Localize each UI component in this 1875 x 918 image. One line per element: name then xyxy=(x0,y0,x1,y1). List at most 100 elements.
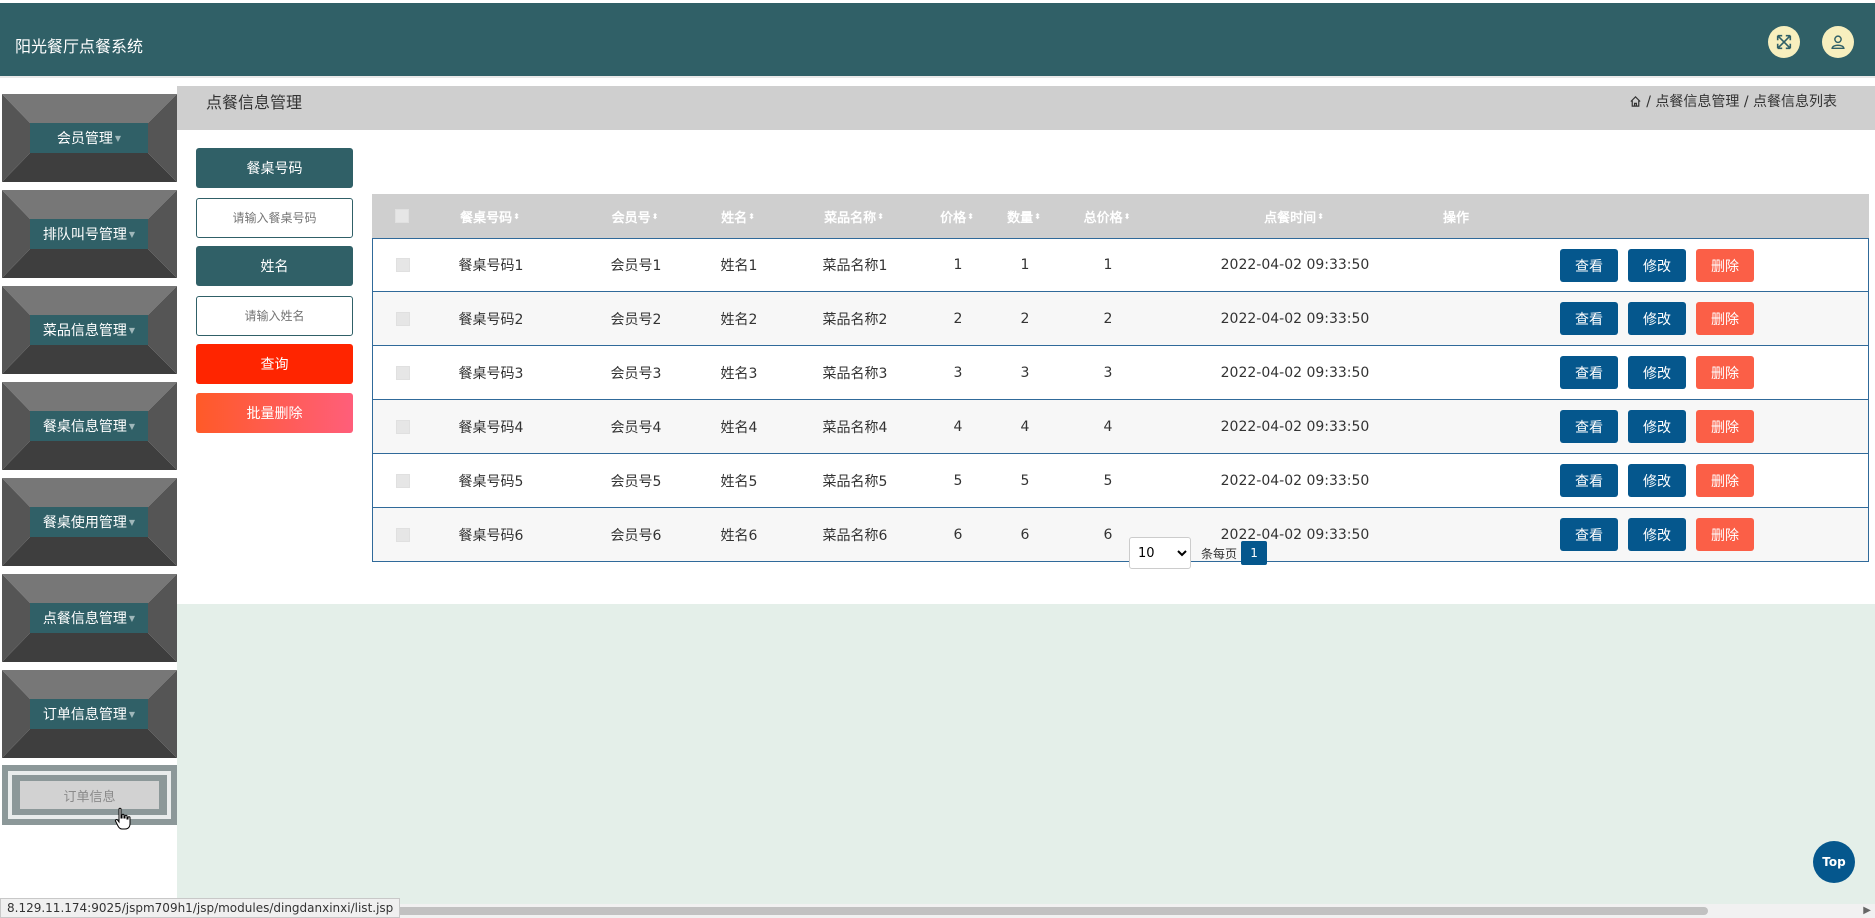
column-header-order-time[interactable]: 点餐时间 ⬍ xyxy=(1194,194,1394,238)
sort-icon: ⬍ xyxy=(513,211,520,221)
cell-total-price: 3 xyxy=(1103,364,1113,381)
edit-button[interactable]: 修改 xyxy=(1628,410,1686,443)
cell-quantity: 5 xyxy=(1020,472,1030,489)
row-checkbox[interactable] xyxy=(396,419,410,434)
cell-quantity: 3 xyxy=(1020,364,1030,381)
fullscreen-button[interactable] xyxy=(1768,26,1800,58)
column-header-quantity[interactable]: 数量 ⬍ xyxy=(999,194,1049,238)
view-button[interactable]: 查看 xyxy=(1560,464,1618,497)
cell-dish-name: 菜品名称5 xyxy=(822,473,888,490)
breadcrumb-path[interactable]: / 点餐信息管理 / 点餐信息列表 xyxy=(1646,91,1837,111)
batch-delete-button[interactable]: 批量删除 xyxy=(196,393,353,433)
cell-table-number: 餐桌号码4 xyxy=(458,419,524,436)
cell-member-no: 会员号2 xyxy=(610,311,662,328)
sidebar-item-label: 会员管理 xyxy=(56,131,113,147)
cell-name: 姓名1 xyxy=(720,258,758,274)
sidebar-item-order-dish[interactable]: 点餐信息管理 ▼ xyxy=(2,574,177,662)
caret-down-icon: ▼ xyxy=(128,421,136,431)
cell-quantity: 1 xyxy=(1020,257,1030,273)
caret-down-icon: ▼ xyxy=(128,613,136,623)
cell-order-time: 2022-04-02 09:33:50 xyxy=(1220,310,1370,327)
cell-order-time: 2022-04-02 09:33:50 xyxy=(1220,257,1370,273)
sidebar-item-order-info[interactable]: 订单信息管理 ▼ xyxy=(2,670,177,758)
select-all-checkbox[interactable] xyxy=(395,209,409,223)
delete-button[interactable]: 删除 xyxy=(1696,356,1754,389)
edit-button[interactable]: 修改 xyxy=(1628,356,1686,389)
cell-price: 2 xyxy=(953,310,963,327)
user-icon xyxy=(1831,35,1845,50)
column-header-member-no[interactable]: 会员号 ⬍ xyxy=(600,194,670,238)
caret-down-icon: ▼ xyxy=(114,133,122,143)
sidebar-item-table-info[interactable]: 餐桌信息管理 ▼ xyxy=(2,382,177,470)
cell-member-no: 会员号5 xyxy=(610,473,662,490)
sidebar-submenu: 订单信息 xyxy=(2,765,177,825)
cell-price: 5 xyxy=(953,472,963,489)
name-input[interactable] xyxy=(196,296,353,336)
row-checkbox[interactable] xyxy=(396,365,410,380)
caret-down-icon: ▼ xyxy=(128,325,136,335)
sidebar-item-table-usage[interactable]: 餐桌使用管理 ▼ xyxy=(2,478,177,566)
cell-quantity: 4 xyxy=(1020,418,1030,435)
cell-name: 姓名3 xyxy=(720,365,758,382)
table-row: 餐桌号码1 会员号1 姓名1 菜品名称1 1 1 1 2022-04-02 09… xyxy=(372,238,1869,292)
table-row: 餐桌号码6 会员号6 姓名6 菜品名称6 6 6 6 2022-04-02 09… xyxy=(372,508,1869,562)
cell-dish-name: 菜品名称4 xyxy=(822,419,888,436)
cell-table-number: 餐桌号码5 xyxy=(458,473,524,490)
sidebar-item-label: 菜品信息管理 xyxy=(42,323,127,339)
row-checkbox[interactable] xyxy=(396,311,410,326)
cell-name: 姓名5 xyxy=(720,473,758,490)
column-header-actions: 操作 xyxy=(1442,210,1469,226)
top-header: 阳光餐厅点餐系统 xyxy=(0,3,1875,78)
cell-table-number: 餐桌号码3 xyxy=(458,365,524,382)
back-to-top-button[interactable]: Top xyxy=(1813,841,1855,883)
page-title: 点餐信息管理 xyxy=(206,93,303,112)
scrollbar-thumb[interactable] xyxy=(368,907,1708,915)
view-button[interactable]: 查看 xyxy=(1560,302,1618,335)
delete-button[interactable]: 删除 xyxy=(1696,302,1754,335)
home-icon[interactable] xyxy=(1629,95,1642,108)
view-button[interactable]: 查看 xyxy=(1560,249,1618,282)
edit-button[interactable]: 修改 xyxy=(1628,249,1686,282)
sidebar-item-label: 点餐信息管理 xyxy=(42,611,127,627)
cell-dish-name: 菜品名称1 xyxy=(822,258,888,274)
edit-button[interactable]: 修改 xyxy=(1628,302,1686,335)
sidebar-item-member[interactable]: 会员管理 ▼ xyxy=(2,94,177,182)
view-button[interactable]: 查看 xyxy=(1560,410,1618,443)
query-button[interactable]: 查询 xyxy=(196,344,353,384)
delete-button[interactable]: 删除 xyxy=(1696,249,1754,282)
row-checkbox[interactable] xyxy=(396,473,410,488)
sidebar-item-label: 排队叫号管理 xyxy=(42,227,127,243)
column-header-dish-name[interactable]: 菜品名称 ⬍ xyxy=(804,194,904,238)
order-table: 餐桌号码 ⬍ 会员号 ⬍ 姓名 ⬍ 菜品名称 ⬍ 价格 ⬍ 数量 ⬍ 总价格 ⬍ 点餐时间 ⬍ … xyxy=(372,194,1869,562)
column-header-table-number[interactable]: 餐桌号码 ⬍ xyxy=(440,194,540,238)
caret-down-icon: ▼ xyxy=(128,229,136,239)
edit-button[interactable]: 修改 xyxy=(1628,464,1686,497)
user-button[interactable] xyxy=(1822,26,1854,58)
delete-button[interactable]: 删除 xyxy=(1696,518,1754,551)
cell-total-price: 4 xyxy=(1103,418,1113,435)
cell-order-time: 2022-04-02 09:33:50 xyxy=(1220,418,1370,435)
page-button-1[interactable]: 1 xyxy=(1241,541,1268,565)
page-size-select[interactable]: 10 xyxy=(1129,537,1191,569)
submenu-item-order-info[interactable]: 订单信息 xyxy=(20,781,159,809)
cell-price: 4 xyxy=(953,418,963,435)
column-header-total-price[interactable]: 总价格 ⬍ xyxy=(1074,194,1140,238)
scroll-right-icon[interactable]: ▶ xyxy=(1863,905,1871,916)
view-button[interactable]: 查看 xyxy=(1560,518,1618,551)
table-number-input[interactable] xyxy=(196,198,353,238)
cell-dish-name: 菜品名称2 xyxy=(822,311,888,328)
column-header-name[interactable]: 姓名 ⬍ xyxy=(708,194,768,238)
view-button[interactable]: 查看 xyxy=(1560,356,1618,389)
sidebar-item-dish[interactable]: 菜品信息管理 ▼ xyxy=(2,286,177,374)
row-checkbox[interactable] xyxy=(396,258,410,272)
cell-member-no: 会员号1 xyxy=(610,258,662,274)
table-row: 餐桌号码3 会员号3 姓名3 菜品名称3 3 3 3 2022-04-02 09… xyxy=(372,346,1869,400)
sort-icon: ⬍ xyxy=(877,211,884,221)
edit-button[interactable]: 修改 xyxy=(1628,518,1686,551)
delete-button[interactable]: 删除 xyxy=(1696,464,1754,497)
sidebar-item-queue[interactable]: 排队叫号管理 ▼ xyxy=(2,190,177,278)
delete-button[interactable]: 删除 xyxy=(1696,410,1754,443)
sort-icon: ⬍ xyxy=(651,211,659,221)
column-header-price[interactable]: 价格 ⬍ xyxy=(932,194,982,238)
row-checkbox[interactable] xyxy=(396,527,410,542)
